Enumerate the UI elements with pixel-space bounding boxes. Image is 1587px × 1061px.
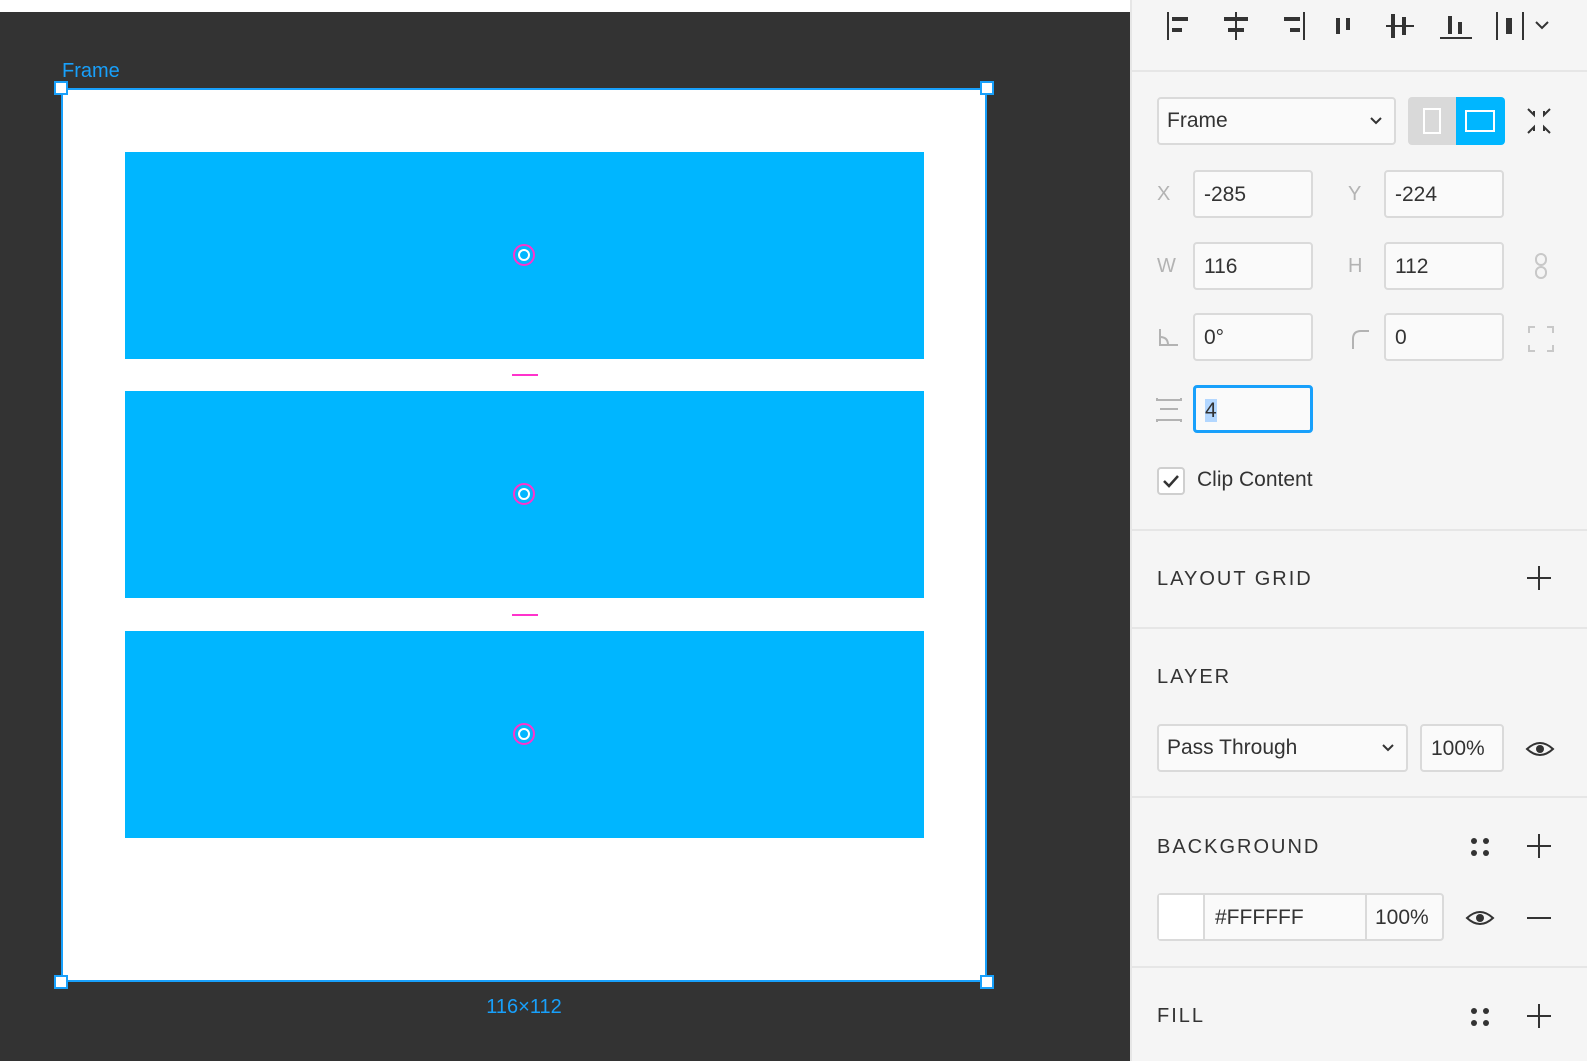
styles-icon[interactable] <box>1465 832 1495 862</box>
layer-title: LAYER <box>1157 666 1232 688</box>
divider <box>1132 796 1587 798</box>
align-top-icon[interactable] <box>1328 8 1364 44</box>
more-chevron-icon[interactable] <box>1530 8 1554 44</box>
rectangle-center-marker <box>513 244 535 266</box>
properties-panel: Frame X -285 Y -224 W 116 H 112 0° 0 4 C… <box>1130 0 1587 1061</box>
frame-preset-value: Frame <box>1167 109 1228 132</box>
divider <box>1365 895 1367 939</box>
x-label: X <box>1157 183 1171 205</box>
rotation-value: 0° <box>1204 326 1225 349</box>
x-value: -285 <box>1204 183 1247 206</box>
blend-mode-select[interactable]: Pass Through <box>1157 724 1408 772</box>
layout-grid-title: LAYOUT GRID <box>1157 568 1313 590</box>
clip-content-label: Clip Content <box>1197 468 1313 491</box>
rectangle-center-marker <box>513 723 535 745</box>
align-horizontal-center-icon[interactable] <box>1218 8 1254 44</box>
distribute-icon[interactable] <box>1492 8 1528 44</box>
h-label: H <box>1348 255 1363 277</box>
landscape-icon <box>1465 110 1495 132</box>
width-input[interactable]: 116 <box>1193 242 1313 290</box>
layer-opacity-input[interactable]: 100% <box>1420 724 1504 772</box>
resize-handle-bottom-right[interactable] <box>980 975 994 989</box>
canvas-top-strip <box>0 0 1130 12</box>
clip-content-checkbox[interactable] <box>1157 467 1185 495</box>
item-spacing-icon <box>1156 398 1182 422</box>
divider <box>1132 966 1587 968</box>
corner-radius-input[interactable]: 0 <box>1384 313 1504 361</box>
portrait-button[interactable] <box>1408 97 1456 145</box>
add-fill-icon[interactable] <box>1524 1001 1554 1031</box>
frame-preset-select[interactable]: Frame <box>1157 97 1396 145</box>
x-input[interactable]: -285 <box>1193 170 1313 218</box>
spacing-marker[interactable] <box>512 614 538 616</box>
rotation-input[interactable]: 0° <box>1193 313 1313 361</box>
rectangle-center-marker <box>513 483 535 505</box>
landscape-button[interactable] <box>1456 97 1505 145</box>
corner-radius-icon <box>1352 330 1369 349</box>
y-label: Y <box>1348 183 1362 205</box>
blend-mode-value: Pass Through <box>1167 736 1298 759</box>
w-label: W <box>1157 255 1176 277</box>
resize-handle-top-left[interactable] <box>54 81 68 95</box>
align-bottom-icon[interactable] <box>1438 8 1474 44</box>
y-value: -224 <box>1395 183 1438 206</box>
corner-radius-value: 0 <box>1395 326 1407 349</box>
resize-handle-bottom-left[interactable] <box>54 975 68 989</box>
layer-opacity-value: 100% <box>1431 737 1485 760</box>
item-spacing-input[interactable]: 4 <box>1193 385 1313 433</box>
item-spacing-value: 4 <box>1205 399 1217 422</box>
width-value: 116 <box>1204 255 1238 278</box>
background-title: BACKGROUND <box>1157 836 1321 858</box>
rotation-icon <box>1159 329 1178 346</box>
hex-input[interactable]: #FFFFFF <box>1215 906 1304 930</box>
frame-name-label[interactable]: Frame <box>62 60 120 83</box>
align-vertical-center-icon[interactable] <box>1382 8 1418 44</box>
orientation-toggle <box>1408 97 1505 145</box>
checkmark-icon <box>1163 475 1179 488</box>
divider <box>1132 529 1587 531</box>
eye-icon[interactable] <box>1465 903 1495 933</box>
background-opacity-input[interactable]: 100% <box>1375 906 1429 930</box>
chevron-down-icon <box>1370 117 1382 125</box>
divider <box>1132 627 1587 629</box>
align-right-icon[interactable] <box>1274 8 1310 44</box>
add-background-icon[interactable] <box>1524 831 1554 861</box>
constrain-proportions-icon[interactable] <box>1526 251 1556 281</box>
styles-icon[interactable] <box>1465 1002 1495 1032</box>
frame-size-label: 116×112 <box>486 996 562 1018</box>
background-color-row: #FFFFFF 100% <box>1157 893 1444 941</box>
resize-handle-top-right[interactable] <box>980 81 994 95</box>
remove-background-icon[interactable] <box>1524 903 1554 933</box>
spacing-marker[interactable] <box>512 374 538 376</box>
add-layout-grid-icon[interactable] <box>1524 563 1554 593</box>
eye-icon[interactable] <box>1525 734 1555 764</box>
chevron-down-icon <box>1382 744 1394 752</box>
resize-to-fit-icon[interactable] <box>1524 106 1554 136</box>
height-value: 112 <box>1395 255 1429 278</box>
fill-title: FILL <box>1157 1005 1206 1027</box>
independent-corners-icon[interactable] <box>1526 324 1556 354</box>
height-input[interactable]: 112 <box>1384 242 1504 290</box>
alignment-toolbar <box>1132 0 1587 72</box>
align-left-icon[interactable] <box>1162 8 1198 44</box>
color-swatch[interactable] <box>1159 895 1205 939</box>
portrait-icon <box>1423 108 1441 134</box>
y-input[interactable]: -224 <box>1384 170 1504 218</box>
